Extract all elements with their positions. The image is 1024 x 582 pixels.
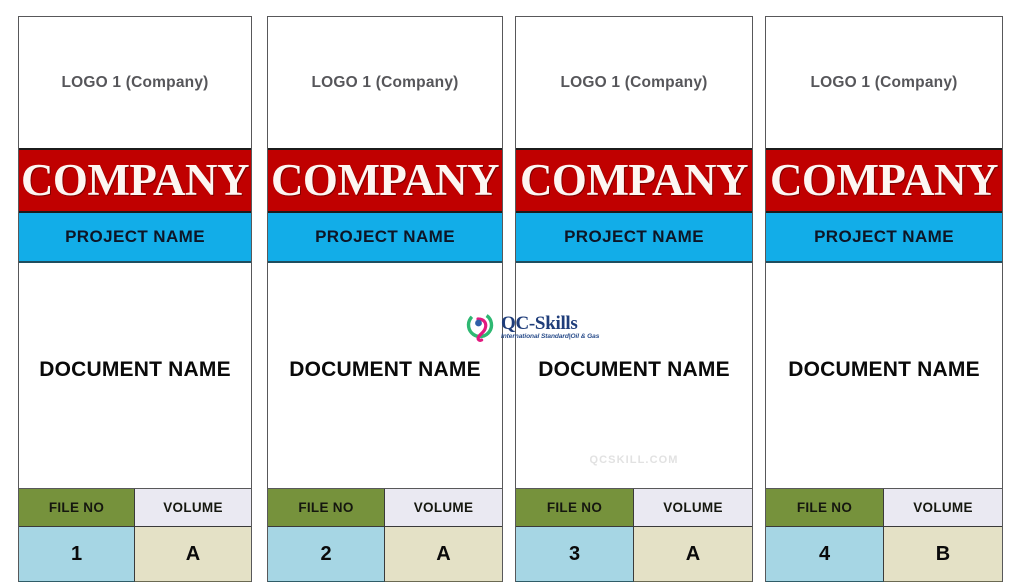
company-name-1: COMPANY	[20, 155, 250, 205]
table-value-row-1: 1 A	[19, 527, 251, 582]
spine-table-1: FILE NO VOLUME 1 A	[19, 488, 251, 582]
document-name-2: DOCUMENT NAME	[289, 357, 481, 381]
project-name-2: PROJECT NAME	[315, 227, 455, 246]
file-no-value-1: 1	[70, 542, 83, 565]
volume-header-4: VOLUME	[884, 489, 1002, 527]
document-name-1: DOCUMENT NAME	[39, 357, 231, 381]
volume-header-2: VOLUME	[385, 489, 502, 527]
document-name-zone-2: DOCUMENT NAME	[268, 263, 502, 488]
company-name-3: COMPANY	[519, 155, 749, 205]
table-value-row-3: 3 A	[516, 527, 752, 582]
volume-header-label-2: VOLUME	[413, 500, 474, 515]
volume-value-cell-1[interactable]: A	[135, 527, 251, 582]
project-band-1: PROJECT NAME	[19, 213, 251, 263]
logo-placeholder-label-3: LOGO 1 (Company)	[560, 73, 708, 91]
table-value-row-4: 4 B	[766, 527, 1002, 582]
project-name-3: PROJECT NAME	[564, 227, 704, 246]
document-name-zone-3: DOCUMENT NAME QCSKILL.COM	[516, 263, 752, 488]
file-no-header-label-2: FILE NO	[298, 500, 354, 515]
table-header-row-3: FILE NO VOLUME	[516, 489, 752, 527]
document-name-zone-1: DOCUMENT NAME	[19, 263, 251, 488]
volume-value-cell-4[interactable]: B	[884, 527, 1002, 582]
file-no-header-label-1: FILE NO	[48, 500, 105, 515]
project-band-3: PROJECT NAME	[516, 213, 752, 263]
volume-value-2: A	[436, 542, 451, 565]
document-name-4: DOCUMENT NAME	[788, 357, 980, 381]
company-band-4: COMPANY	[766, 148, 1002, 213]
file-no-header-2: FILE NO	[268, 489, 385, 527]
project-band-2: PROJECT NAME	[268, 213, 502, 263]
spine-label-1[interactable]: LOGO 1 (Company) COMPANY PROJECT NAME DO…	[18, 16, 252, 582]
file-no-value-2: 2	[320, 542, 332, 565]
file-no-header-label-3: FILE NO	[546, 500, 603, 515]
spine-label-2[interactable]: LOGO 1 (Company) COMPANY PROJECT NAME DO…	[267, 16, 503, 582]
table-header-row-1: FILE NO VOLUME	[19, 489, 251, 527]
volume-value-3: A	[685, 542, 701, 565]
file-no-value-3: 3	[568, 542, 581, 565]
spine-label-3[interactable]: LOGO 1 (Company) COMPANY PROJECT NAME DO…	[515, 16, 753, 582]
spine-table-4: FILE NO VOLUME 4 B	[766, 488, 1002, 582]
spine-label-4[interactable]: LOGO 1 (Company) COMPANY PROJECT NAME DO…	[765, 16, 1003, 582]
site-watermark-text: QCSKILL.COM	[589, 454, 679, 466]
spine-table-3: FILE NO VOLUME 3 A	[516, 488, 752, 582]
project-name-1: PROJECT NAME	[65, 227, 205, 246]
file-no-value-cell-3[interactable]: 3	[516, 527, 634, 582]
volume-header-label-1: VOLUME	[163, 500, 223, 515]
company-band-1: COMPANY	[19, 148, 251, 213]
logo-placeholder-zone-3: LOGO 1 (Company)	[516, 17, 752, 148]
logo-placeholder-label-1: LOGO 1 (Company)	[61, 73, 209, 91]
table-header-row-2: FILE NO VOLUME	[268, 489, 502, 527]
file-no-value-4: 4	[818, 542, 831, 565]
logo-placeholder-label-2: LOGO 1 (Company)	[311, 73, 459, 91]
volume-value-4: B	[935, 542, 951, 565]
logo-placeholder-zone-1: LOGO 1 (Company)	[19, 17, 251, 148]
document-name-zone-4: DOCUMENT NAME	[766, 263, 1002, 488]
document-name-3: DOCUMENT NAME	[538, 357, 730, 381]
file-no-header-4: FILE NO	[766, 489, 884, 527]
volume-value-1: A	[185, 542, 201, 565]
spine-row: LOGO 1 (Company) COMPANY PROJECT NAME DO…	[0, 0, 1024, 582]
file-no-value-cell-2[interactable]: 2	[268, 527, 385, 582]
volume-header-label-4: VOLUME	[913, 500, 973, 515]
volume-header-1: VOLUME	[135, 489, 251, 527]
project-name-4: PROJECT NAME	[814, 227, 954, 246]
company-name-4: COMPANY	[769, 155, 999, 205]
table-header-row-4: FILE NO VOLUME	[766, 489, 1002, 527]
logo-placeholder-zone-4: LOGO 1 (Company)	[766, 17, 1002, 148]
file-no-header-label-4: FILE NO	[796, 500, 853, 515]
logo-placeholder-label-4: LOGO 1 (Company)	[810, 73, 958, 91]
volume-value-cell-3[interactable]: A	[634, 527, 752, 582]
volume-value-cell-2[interactable]: A	[385, 527, 502, 582]
company-band-2: COMPANY	[268, 148, 502, 213]
spine-table-2: FILE NO VOLUME 2 A	[268, 488, 502, 582]
table-value-row-2: 2 A	[268, 527, 502, 582]
file-spine-label-sheet: LOGO 1 (Company) COMPANY PROJECT NAME DO…	[0, 0, 1024, 582]
company-band-3: COMPANY	[516, 148, 752, 213]
volume-header-3: VOLUME	[634, 489, 752, 527]
company-name-2: COMPANY	[270, 155, 500, 205]
volume-header-label-3: VOLUME	[663, 500, 723, 515]
file-no-value-cell-4[interactable]: 4	[766, 527, 884, 582]
project-band-4: PROJECT NAME	[766, 213, 1002, 263]
logo-placeholder-zone-2: LOGO 1 (Company)	[268, 17, 502, 148]
file-no-header-1: FILE NO	[19, 489, 135, 527]
file-no-value-cell-1[interactable]: 1	[19, 527, 135, 582]
file-no-header-3: FILE NO	[516, 489, 634, 527]
